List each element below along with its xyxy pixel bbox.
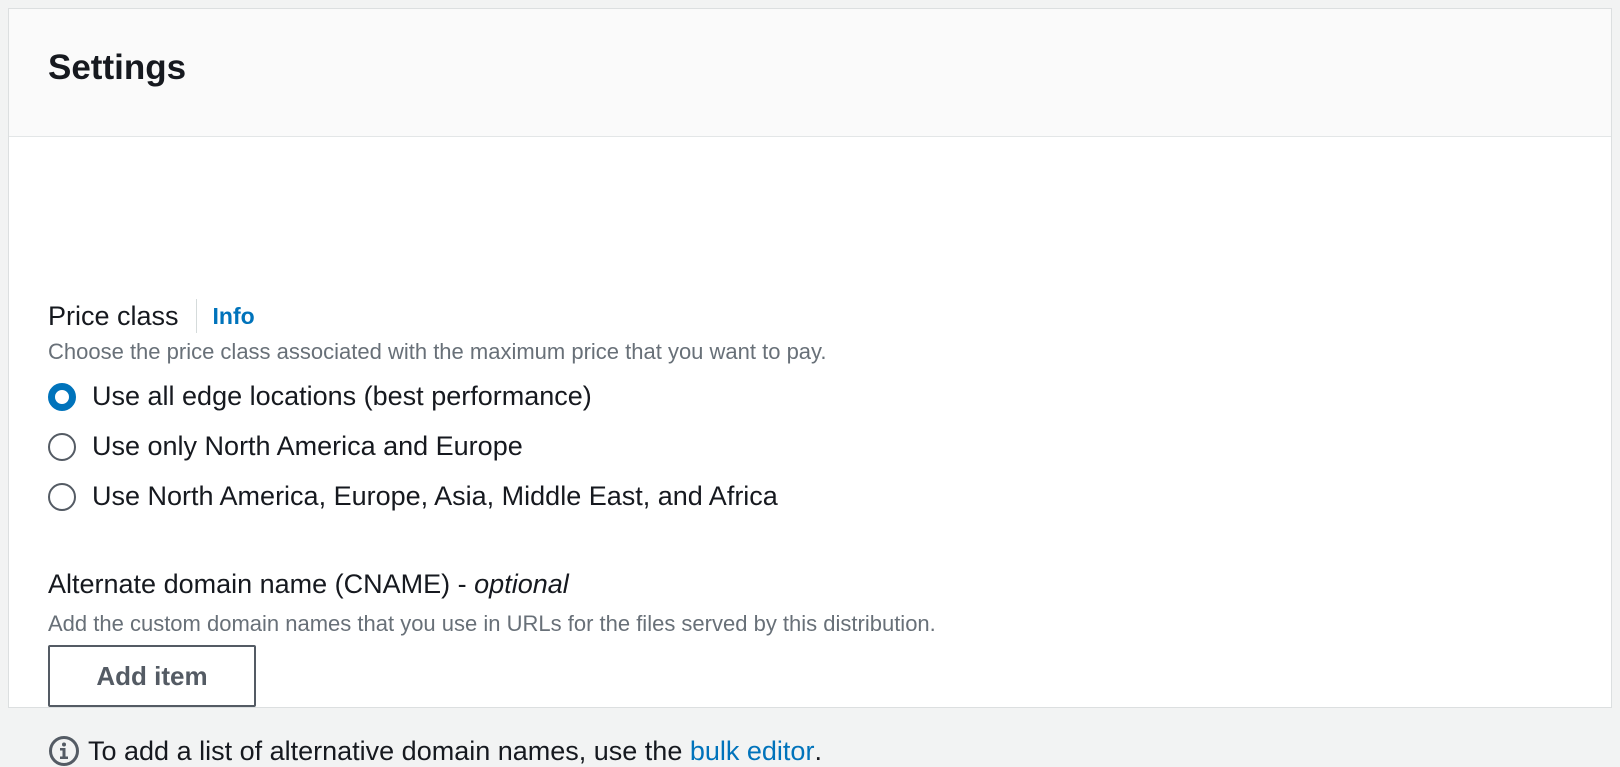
panel-title: Settings xyxy=(48,47,187,87)
radio-button-selected[interactable] xyxy=(48,382,76,411)
radio-option-all-edge-locations[interactable]: Use all edge locations (best performance… xyxy=(48,381,592,412)
settings-panel: Settings Price class Info Choose the pri… xyxy=(8,8,1612,766)
radio-option-north-america-europe[interactable]: Use only North America and Europe xyxy=(48,431,523,462)
radio-label: Use only North America and Europe xyxy=(92,431,523,461)
price-class-info-link[interactable]: Info xyxy=(213,303,255,330)
cname-label-text: Alternate domain name (CNAME) - xyxy=(48,569,475,599)
cname-description: Add the custom domain names that you use… xyxy=(48,611,936,636)
price-class-label: Price class xyxy=(48,300,179,331)
note-text-prefix: To add a list of alternative domain name… xyxy=(88,735,690,766)
panel-header: Settings xyxy=(9,9,1611,137)
info-circle-icon xyxy=(48,735,80,767)
add-item-button[interactable]: Add item xyxy=(48,645,256,707)
bulk-editor-link[interactable]: bulk editor xyxy=(690,736,815,767)
cname-optional-tag: optional xyxy=(474,569,569,599)
bulk-editor-note: To add a list of alternative domain name… xyxy=(48,735,822,767)
radio-button[interactable] xyxy=(48,482,76,511)
radio-label: Use all edge locations (best performance… xyxy=(92,381,592,411)
radio-option-na-europe-asia-me-africa[interactable]: Use North America, Europe, Asia, Middle … xyxy=(48,481,778,512)
radio-label: Use North America, Europe, Asia, Middle … xyxy=(92,481,778,511)
radio-button[interactable] xyxy=(48,432,76,461)
info-divider xyxy=(195,299,197,333)
cname-label-row: Alternate domain name (CNAME) - optional xyxy=(48,569,569,600)
price-class-label-row: Price class Info xyxy=(48,299,255,333)
note-text-suffix: . xyxy=(814,735,822,766)
cname-label: Alternate domain name (CNAME) - optional xyxy=(48,569,569,600)
price-class-description: Choose the price class associated with t… xyxy=(48,339,827,364)
